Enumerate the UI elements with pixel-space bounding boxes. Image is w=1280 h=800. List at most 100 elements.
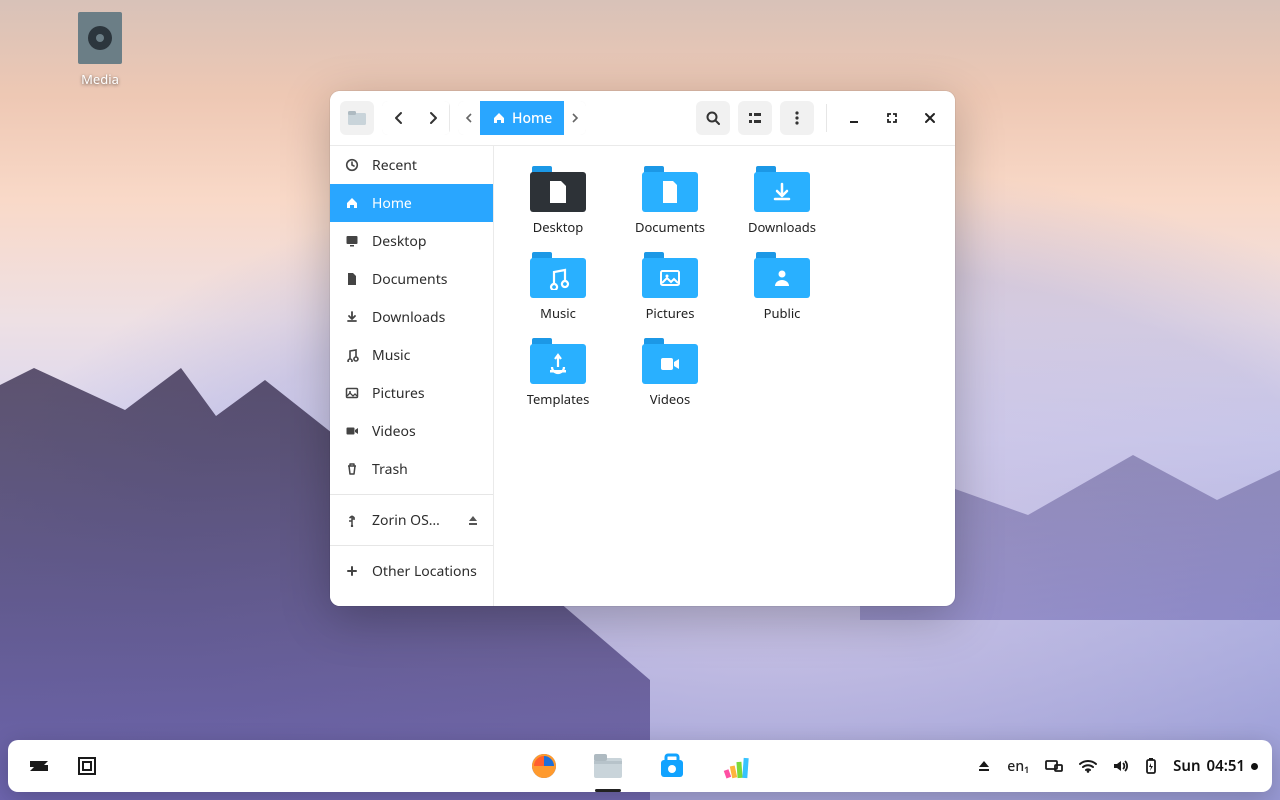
sidebar-item-label: Pictures [372,384,425,403]
folder-templates[interactable]: Templates [502,334,614,412]
titlebar[interactable]: Home [330,91,955,146]
sidebar-item-downloads[interactable]: Downloads [330,298,493,336]
sidebar-item-home[interactable]: Home [330,184,493,222]
sidebar-item-other-locations[interactable]: Other Locations [330,552,493,590]
wifi-icon[interactable] [1079,759,1097,773]
folder-videos[interactable]: Videos [614,334,726,412]
folder-icon [642,166,698,212]
folder-desktop[interactable]: Desktop [502,162,614,240]
close-button[interactable] [915,103,945,133]
folder-music[interactable]: Music [502,248,614,326]
folder-icon [754,166,810,212]
eject-button[interactable] [467,514,479,526]
folder-label: Documents [635,218,705,236]
sidebar-item-zorin-os[interactable]: Zorin OS… [330,501,493,539]
app-files[interactable] [591,749,625,783]
sidebar-item-documents[interactable]: Documents [330,260,493,298]
sidebar-item-pictures[interactable]: Pictures [330,374,493,412]
folder-public[interactable]: Public [726,248,838,326]
folder-label: Public [764,304,801,322]
folder-icon [642,338,698,384]
folder-documents[interactable]: Documents [614,162,726,240]
search-button[interactable] [696,101,730,135]
home-icon [492,111,506,125]
folder-label: Downloads [748,218,816,236]
music-icon [344,347,360,363]
sidebar-item-label: Zorin OS… [372,511,455,530]
pictures-icon [344,385,360,401]
view-toggle-button[interactable] [738,101,772,135]
desktop-icon-media[interactable]: Media [55,12,145,88]
sidebar-item-desktop[interactable]: Desktop [330,222,493,260]
sidebar-item-label: Other Locations [372,562,477,581]
maximize-button[interactable] [877,103,907,133]
taskbar-apps [527,740,753,792]
downloads-icon [344,309,360,325]
folder-label: Pictures [646,304,695,322]
hamburger-menu-button[interactable] [780,101,814,135]
folder-label: Music [540,304,576,322]
folder-label: Templates [527,390,590,408]
folder-icon [530,338,586,384]
folder-icon [754,252,810,298]
folder-icon [642,252,698,298]
sidebar-separator [330,494,493,495]
sidebar-item-recent[interactable]: Recent [330,146,493,184]
sidebar-item-trash[interactable]: Trash [330,450,493,488]
path-segment-home[interactable]: Home [480,101,564,135]
folder-app-icon [340,101,374,135]
sidebar-item-label: Trash [372,460,408,479]
app-software-store[interactable] [655,749,689,783]
documents-icon [344,271,360,287]
minimize-button[interactable] [839,103,869,133]
volume-icon[interactable] [1113,759,1129,773]
sidebar-item-label: Home [372,194,412,213]
path-prev-button[interactable] [458,101,480,135]
path-home-label: Home [512,109,552,128]
workspace-button[interactable] [70,749,104,783]
sidebar-item-music[interactable]: Music [330,336,493,374]
nav-group [382,101,450,135]
sidebar: Recent Home Desktop Documents Downloads … [330,146,494,606]
folder-icon [530,252,586,298]
sidebar-item-label: Videos [372,422,416,441]
forward-button[interactable] [416,101,450,135]
system-tray: en₁ Sun 04:51 [977,756,1258,776]
notification-dot-icon [1251,763,1258,770]
keyboard-layout-indicator[interactable]: en₁ [1007,757,1029,776]
clock-icon [344,157,360,173]
path-next-button[interactable] [564,101,586,135]
app-firefox[interactable] [527,749,561,783]
folder-icon [530,166,586,212]
network-icon[interactable] [1045,759,1063,773]
folder-pictures[interactable]: Pictures [614,248,726,326]
videos-icon [344,423,360,439]
clock-time: 04:51 [1207,756,1245,776]
plus-icon [344,563,360,579]
file-grid[interactable]: Desktop Documents Downloads [494,146,955,606]
folder-label: Desktop [533,218,584,236]
pathbar: Home [458,101,586,135]
tray-eject-icon[interactable] [977,759,991,773]
sidebar-item-label: Downloads [372,308,445,327]
sidebar-item-label: Music [372,346,410,365]
sidebar-separator [330,545,493,546]
app-appearance[interactable] [719,749,753,783]
clock[interactable]: Sun 04:51 [1173,756,1258,776]
sidebar-item-label: Recent [372,156,417,175]
sidebar-item-label: Documents [372,270,447,289]
clock-day: Sun [1173,756,1200,776]
taskbar: en₁ Sun 04:51 [8,740,1272,792]
sidebar-item-videos[interactable]: Videos [330,412,493,450]
trash-icon [344,461,360,477]
sidebar-item-label: Desktop [372,232,426,251]
back-button[interactable] [382,101,416,135]
desktop-icon [344,233,360,249]
folder-downloads[interactable]: Downloads [726,162,838,240]
zorin-menu-button[interactable] [22,749,56,783]
folder-label: Videos [650,390,691,408]
desktop-icon-label: Media [55,70,145,88]
battery-icon[interactable] [1145,757,1157,775]
media-disc-icon [78,12,122,64]
separator [826,104,827,132]
